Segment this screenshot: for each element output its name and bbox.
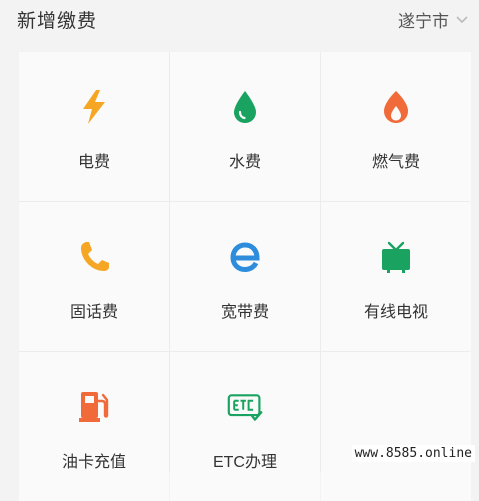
page-title: 新增缴费 (17, 11, 98, 32)
service-label: ETC办理 (212, 454, 277, 471)
tv-icon (378, 239, 414, 275)
service-label: 电费 (77, 154, 110, 171)
service-broadband[interactable]: 宽带费 (170, 202, 320, 351)
service-gas[interactable]: 燃气费 (321, 52, 471, 201)
service-label: 有线电视 (363, 304, 428, 321)
service-label: 固话费 (69, 304, 118, 321)
service-etc[interactable]: ETC办理 (170, 352, 320, 501)
flame-icon (378, 89, 414, 125)
service-label: 燃气费 (371, 154, 420, 171)
service-label: 水费 (228, 154, 261, 171)
chevron-down-icon (455, 15, 469, 25)
water-drop-icon (227, 89, 263, 125)
service-electricity[interactable]: 电费 (19, 52, 169, 201)
etc-icon (227, 389, 263, 425)
city-selector[interactable]: 遂宁市 (398, 7, 469, 32)
service-water[interactable]: 水费 (170, 52, 320, 201)
empty-cell (321, 352, 471, 501)
service-cable-tv[interactable]: 有线电视 (321, 202, 471, 351)
service-label: 宽带费 (220, 304, 269, 321)
watermark: www.8585.online (351, 445, 475, 462)
header: 新增缴费 遂宁市 (0, 0, 479, 40)
service-grid: 电费 水费 燃气费 固话费 宽带费 有线电视 油卡充值 ETC办理 (19, 52, 471, 501)
phone-icon (76, 239, 112, 275)
service-fuel-card[interactable]: 油卡充值 (19, 352, 169, 501)
service-landline[interactable]: 固话费 (19, 202, 169, 351)
lightning-icon (76, 89, 112, 125)
service-label: 油卡充值 (61, 454, 126, 471)
ie-browser-icon (227, 239, 263, 275)
city-label: 遂宁市 (398, 12, 449, 31)
fuel-pump-icon (76, 389, 112, 425)
